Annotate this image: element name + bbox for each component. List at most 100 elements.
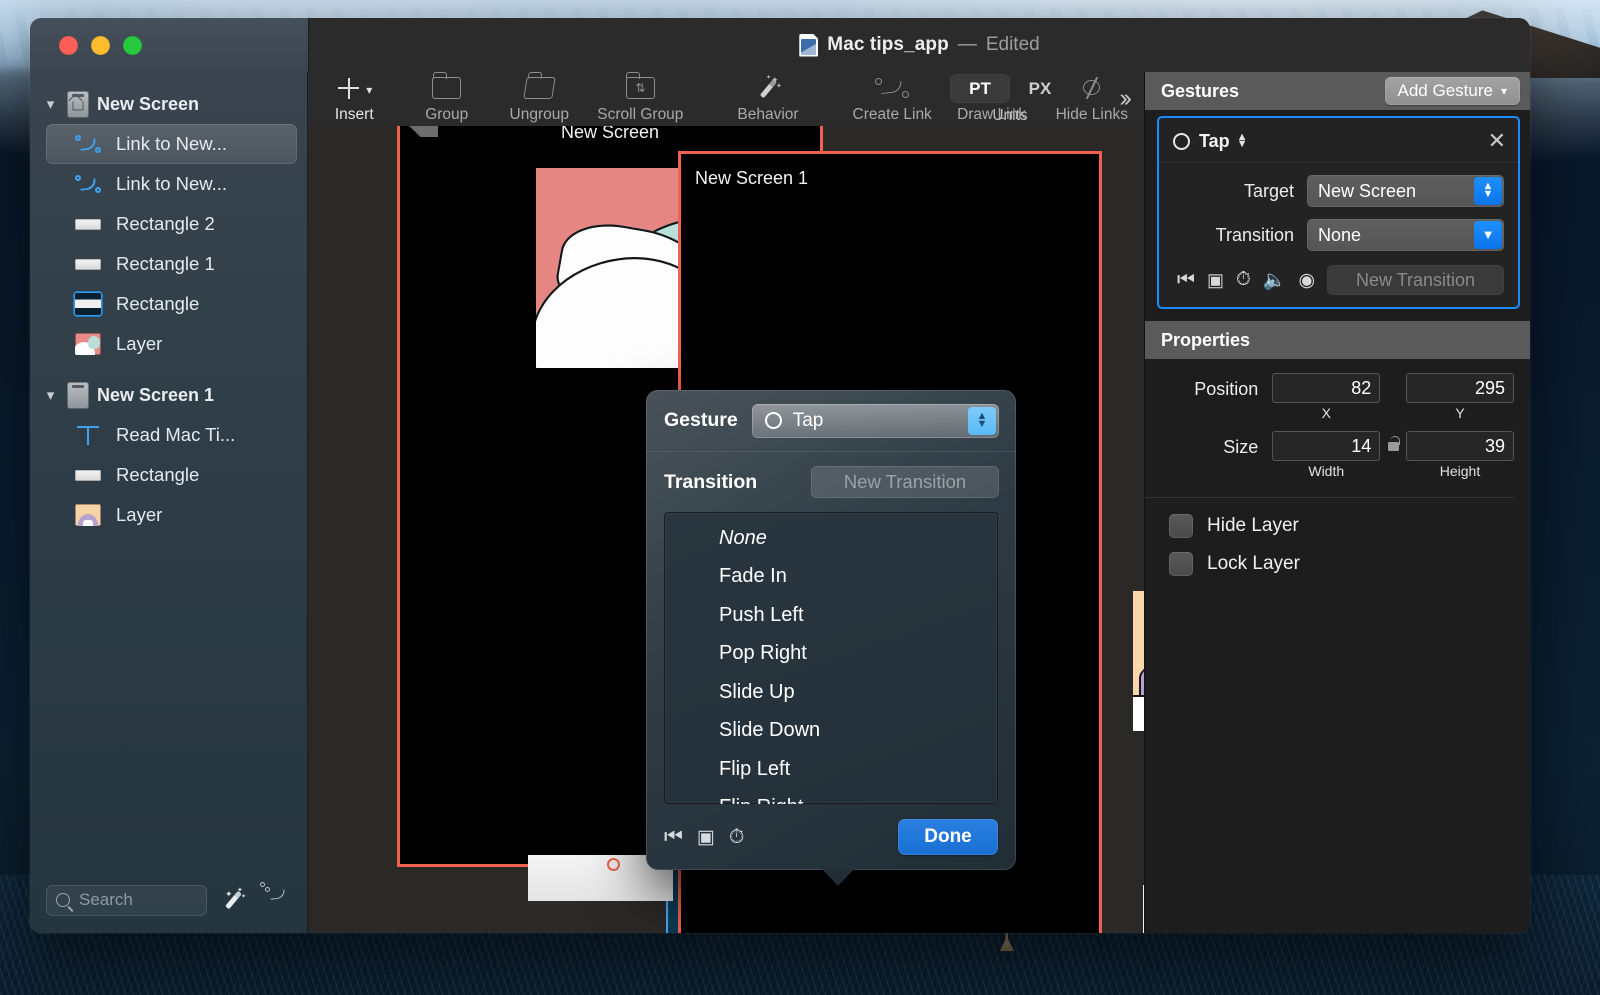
rewind-icon[interactable]: ⏮ — [664, 825, 683, 849]
layer-label: Layer — [116, 504, 163, 525]
toolbar-label: Ungroup — [509, 106, 570, 123]
chevron-down-icon[interactable]: ▼ — [1474, 221, 1502, 249]
frame-icon[interactable]: ▣ — [697, 826, 715, 849]
transition-select[interactable]: None ▼ — [1307, 219, 1504, 251]
new-transition-button[interactable]: New Transition — [1327, 265, 1504, 295]
transition-option-slide-up[interactable]: Slide Up — [664, 673, 998, 712]
document-title: Mac tips_app — [827, 34, 949, 55]
transition-option-flip-right[interactable]: Flip Right — [664, 789, 998, 804]
sidebar-item-link-to-new-1[interactable]: Link to New... — [46, 124, 297, 164]
timer-icon[interactable]: ⏱ — [1236, 269, 1251, 291]
link-button[interactable] — [260, 882, 291, 913]
chevron-down-icon[interactable]: ▾ — [42, 388, 59, 403]
minimize-button[interactable] — [91, 35, 110, 55]
behavior-wand-button[interactable]: ✦ ✦ ✦ — [223, 887, 249, 913]
screen-icon — [67, 382, 89, 409]
transition-option-flip-left[interactable]: Flip Left — [664, 750, 998, 789]
gesture-type-label: Tap — [1199, 130, 1230, 151]
position-y-input[interactable]: 295 — [1406, 373, 1514, 403]
toolbar: ▾ Insert Group Ungroup ⇅ Scroll Group ✦ … — [308, 71, 1144, 126]
chevron-double-right-icon[interactable]: ›› — [1119, 84, 1132, 113]
unit-pt-button[interactable]: PT — [950, 74, 1010, 103]
size-height-caption: Height — [1439, 463, 1481, 479]
transition-option-pop-right[interactable]: Pop Right — [664, 635, 998, 674]
transition-options-list[interactable]: None Fade In Push Left Pop Right Slide U… — [664, 512, 998, 804]
transition-option-fade-in[interactable]: Fade In — [664, 558, 998, 597]
transition-option-push-left[interactable]: Push Left — [664, 596, 998, 635]
rectangle-icon — [74, 258, 102, 270]
target-select[interactable]: New Screen ▲ ▼ — [1307, 175, 1504, 207]
sidebar-item-read-mac-tips[interactable]: Read Mac Ti... — [46, 415, 297, 455]
sidebar-item-layer-peach[interactable]: Layer — [46, 495, 297, 535]
layer-read-mac-tips-button[interactable]: Read Mac Tips — [1143, 885, 1144, 933]
transition-option-none[interactable]: None — [664, 519, 998, 558]
lock-layer-checkbox[interactable] — [1169, 552, 1193, 576]
popover-new-transition-button[interactable]: New Transition — [811, 466, 999, 498]
toolbar-insert-button[interactable]: ▾ Insert — [308, 72, 401, 124]
rewind-icon[interactable]: ⏮ — [1177, 269, 1195, 292]
center-column: ▾ Insert Group Ungroup ⇅ Scroll Group ✦ … — [308, 71, 1144, 933]
target-label: Target — [1243, 180, 1294, 201]
size-height-input[interactable]: 39 — [1406, 431, 1514, 461]
chevron-updown-icon[interactable]: ▲ ▼ — [968, 406, 996, 435]
size-width-input[interactable]: 14 — [1272, 431, 1381, 461]
toolbar-scroll-group-button[interactable]: ⇅ Scroll Group — [586, 71, 696, 124]
unit-px-button[interactable]: PX — [1010, 74, 1070, 103]
layer-image-man-and-cat[interactable] — [1133, 591, 1144, 731]
link-anchor-point[interactable] — [607, 858, 620, 871]
toolbar-behavior-button[interactable]: ✦ ✦ ✦ Behavior — [695, 72, 841, 124]
toolbar-label: Insert — [334, 106, 374, 123]
close-icon[interactable]: ✕ — [1488, 130, 1506, 152]
transition-row: Transition None ▼ — [1159, 219, 1518, 251]
record-icon[interactable]: ◉ — [1299, 269, 1316, 292]
done-button[interactable]: Done — [898, 819, 998, 855]
position-label: Position — [1194, 379, 1259, 399]
sidebar-item-rectangle[interactable]: Rectangle — [46, 284, 297, 324]
link-icon — [74, 175, 102, 193]
search-input[interactable]: Search — [46, 884, 207, 916]
sidebar-item-rectangle-1[interactable]: Rectangle 1 — [46, 244, 297, 284]
timer-icon[interactable]: ⏱ — [729, 826, 745, 849]
gesture-type-stepper[interactable]: ▲ ▼ — [1237, 132, 1248, 150]
close-button[interactable] — [59, 35, 78, 55]
position-x-input[interactable]: 82 — [1272, 373, 1381, 403]
chevron-down-icon[interactable]: ▾ — [42, 97, 59, 112]
popover-gesture-select[interactable]: Tap ▲ ▼ — [751, 403, 999, 438]
image-icon — [74, 333, 102, 355]
hide-layer-label: Hide Layer — [1207, 515, 1299, 536]
frame-icon[interactable]: ▣ — [1207, 270, 1224, 291]
lock-layer-checkbox-row[interactable]: Lock Layer — [1169, 552, 1514, 576]
plus-icon: ▾ — [336, 74, 372, 102]
canvas[interactable]: New Screen New Screen 1 Gesture Tap ▲ ▼ … — [308, 126, 1144, 933]
speaker-icon[interactable]: 🔈 — [1263, 268, 1287, 292]
add-gesture-button[interactable]: Add Gesture ▾ — [1384, 77, 1520, 105]
layer-list: ▾ New Screen Link to New... Link to New.… — [30, 72, 307, 867]
sidebar-item-layer-red[interactable]: Layer — [46, 324, 297, 364]
sidebar-item-link-to-new-2[interactable]: Link to New... — [46, 164, 297, 204]
hide-layer-checkbox-row[interactable]: Hide Layer — [1169, 514, 1514, 538]
toolbar-ungroup-button[interactable]: Ungroup — [493, 72, 586, 124]
screen-group-new-screen[interactable]: ▾ New Screen — [30, 85, 307, 124]
sidebar-item-rectangle-2[interactable]: Rectangle 2 — [46, 204, 297, 244]
screen-group-new-screen-1[interactable]: ▾ New Screen 1 — [30, 376, 307, 415]
gesture-card-header: Tap ▲ ▼ ✕ — [1159, 126, 1518, 163]
lock-icon[interactable] — [1380, 431, 1406, 461]
zoom-button[interactable] — [123, 35, 142, 55]
main-row: ▾ New Screen Link to New... Link to New.… — [30, 71, 1530, 933]
rectangle-selected-icon — [74, 293, 102, 315]
toolbar-group-button[interactable]: Group — [401, 71, 494, 124]
toolbar-create-link-button[interactable]: Create Link — [841, 72, 944, 124]
transition-option-slide-down[interactable]: Slide Down — [664, 712, 998, 751]
image-icon — [74, 504, 102, 526]
link-icon — [875, 74, 910, 102]
properties-title: Properties — [1161, 329, 1251, 350]
artboard-title: New Screen 1 — [695, 168, 809, 188]
chevron-updown-icon[interactable]: ▲ ▼ — [1474, 177, 1502, 205]
sidebar-item-rectangle-b[interactable]: Rectangle — [46, 455, 297, 495]
tap-circle-icon — [1173, 132, 1190, 150]
edited-status: Edited — [985, 34, 1040, 55]
toolbar-label: Create Link — [852, 106, 932, 123]
hide-layer-checkbox[interactable] — [1169, 514, 1193, 538]
popover-gesture-label: Gesture — [664, 409, 738, 431]
gesture-popover: Gesture Tap ▲ ▼ Transition New Transition… — [646, 390, 1016, 886]
